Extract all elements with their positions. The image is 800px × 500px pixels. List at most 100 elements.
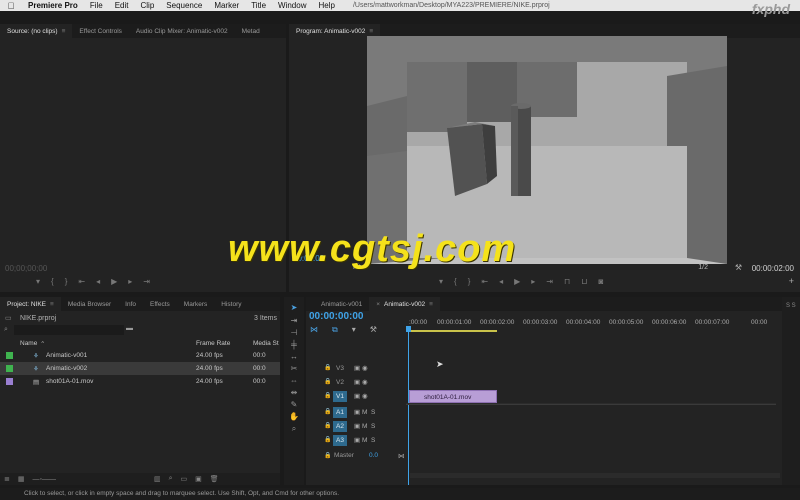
tab-effects[interactable]: Effects — [143, 297, 177, 311]
new-bin-icon[interactable]: ▬ — [126, 325, 133, 332]
mute-solo-buttons[interactable]: ▣ M S — [354, 408, 375, 416]
project-item-row[interactable]: ⚘ Animatic-v001 24.00 fps 00:0 — [0, 349, 280, 362]
slip-tool-icon[interactable]: ⇔ — [288, 376, 300, 386]
menu-clip[interactable]: Clip — [135, 1, 161, 10]
icon-view-icon[interactable]: ▦ — [18, 475, 25, 483]
master-volume[interactable]: 0.0 — [369, 452, 378, 459]
tab-project[interactable]: Project: NIKE ≡ — [0, 297, 61, 311]
add-button-icon[interactable]: + — [789, 276, 794, 286]
mark-in-icon[interactable]: { — [454, 277, 457, 286]
snap-icon[interactable]: ⋈ — [310, 325, 318, 335]
lift-icon[interactable]: ⊓ — [564, 277, 570, 286]
tab-history[interactable]: History — [214, 297, 248, 311]
mark-out-icon[interactable]: } — [468, 277, 471, 286]
tab-metadata[interactable]: Metad — [235, 24, 267, 38]
tab-effect-controls[interactable]: Effect Controls — [72, 24, 129, 38]
solo-icon[interactable]: S S — [786, 303, 796, 309]
track-output-icons[interactable]: ▣ ◉ — [354, 364, 368, 372]
source-timecode[interactable]: 00;00;00;00 — [5, 264, 47, 273]
step-forward-icon[interactable]: ▸ — [128, 277, 132, 286]
menu-window[interactable]: Window — [272, 1, 312, 10]
track-output-icons[interactable]: ▣ ◉ — [354, 378, 368, 386]
razor-tool-icon[interactable]: ✂ — [288, 364, 300, 374]
column-frame-rate[interactable]: Frame Rate — [196, 340, 230, 347]
track-name[interactable]: V2 — [333, 377, 347, 388]
search-icon[interactable]: ⌕ — [4, 326, 8, 334]
timeline-clip[interactable]: shot01A-01.mov — [409, 390, 497, 403]
mute-solo-buttons[interactable]: ▣ M S — [354, 422, 375, 430]
mark-out-icon[interactable]: } — [65, 277, 68, 286]
linked-selection-icon[interactable]: ⧉ — [332, 325, 338, 335]
trash-icon[interactable]: 🗑 — [210, 475, 219, 483]
lock-icon[interactable]: 🔒 — [324, 364, 331, 371]
track-name[interactable]: A1 — [333, 407, 347, 418]
app-menu[interactable]: Premiere Pro — [22, 1, 84, 10]
menu-marker[interactable]: Marker — [208, 1, 245, 10]
sort-ascending-icon[interactable]: ⌃ — [40, 340, 45, 348]
column-name[interactable]: Name — [20, 340, 37, 347]
slide-tool-icon[interactable]: ⇹ — [288, 388, 300, 398]
mute-solo-buttons[interactable]: ▣ M S — [354, 436, 375, 444]
tab-media-browser[interactable]: Media Browser — [61, 297, 118, 311]
zoom-tool-icon[interactable]: ⌕ — [288, 424, 300, 434]
selection-tool-icon[interactable]: ➤ — [288, 303, 300, 313]
hand-tool-icon[interactable]: ✋ — [288, 412, 300, 422]
lock-icon[interactable]: 🔒 — [324, 436, 331, 443]
track-name[interactable]: V3 — [333, 363, 347, 374]
go-to-end-icon[interactable]: ⋈ — [398, 452, 405, 460]
close-icon[interactable]: × — [376, 301, 380, 308]
go-to-in-icon[interactable]: ⇤ — [481, 277, 488, 286]
work-area-bar[interactable] — [409, 330, 497, 332]
wrench-icon[interactable]: ⚒ — [735, 263, 742, 272]
panel-menu-icon[interactable]: ≡ — [369, 28, 373, 35]
track-name[interactable]: V1 — [333, 391, 347, 402]
tab-info[interactable]: Info — [118, 297, 143, 311]
menu-sequence[interactable]: Sequence — [160, 1, 208, 10]
panel-menu-icon[interactable]: ≡ — [62, 28, 66, 35]
track-select-tool-icon[interactable]: ⇥ — [288, 316, 300, 326]
horizontal-scrollbar[interactable] — [410, 473, 780, 478]
play-icon[interactable]: ▶ — [111, 277, 117, 286]
ripple-edit-tool-icon[interactable]: ⊣ — [288, 328, 300, 338]
lock-icon[interactable]: 🔒 — [324, 392, 331, 399]
menu-file[interactable]: File — [84, 1, 109, 10]
add-marker-icon[interactable]: ▾ — [439, 277, 443, 286]
playhead[interactable] — [408, 327, 409, 485]
menu-help[interactable]: Help — [312, 1, 340, 10]
go-to-out-icon[interactable]: ⇥ — [546, 277, 553, 286]
rate-stretch-tool-icon[interactable]: ↔ — [288, 352, 300, 362]
extract-icon[interactable]: ⊔ — [581, 277, 587, 286]
automate-to-sequence-icon[interactable]: ▥ — [154, 475, 161, 483]
play-icon[interactable]: ▶ — [514, 277, 520, 286]
project-item-row[interactable]: ⚘ Animatic-v002 24.00 fps 00:0 — [0, 362, 280, 375]
zoom-slider[interactable]: —◦—— — [33, 476, 56, 483]
add-marker-icon[interactable]: ▾ — [352, 325, 356, 335]
new-bin-icon[interactable]: ▭ — [181, 475, 188, 483]
list-view-icon[interactable]: ≣ — [4, 475, 10, 483]
menu-title[interactable]: Title — [245, 1, 272, 10]
wrench-icon[interactable]: ⚒ — [370, 325, 377, 335]
timeline-timecode[interactable]: 00:00:00:00 — [309, 311, 363, 322]
step-back-icon[interactable]: ◂ — [499, 277, 503, 286]
apple-icon[interactable]:  — [0, 1, 22, 11]
go-to-out-icon[interactable]: ⇥ — [143, 277, 150, 286]
project-item-row[interactable]: ▤ shot01A-01.mov 24.00 fps 00:0 — [0, 375, 280, 388]
rolling-edit-tool-icon[interactable]: ╪ — [288, 340, 300, 350]
camera-icon[interactable]: ◙ — [598, 277, 603, 286]
lock-icon[interactable]: 🔒 — [324, 408, 331, 415]
lock-icon[interactable]: 🔒 — [324, 378, 331, 385]
column-media-start[interactable]: Media St — [253, 340, 279, 347]
tab-sequence-v001[interactable]: Animatic-v001 — [314, 297, 369, 311]
step-back-icon[interactable]: ◂ — [96, 277, 100, 286]
pen-tool-icon[interactable]: ✎ — [288, 400, 300, 410]
track-output-icons[interactable]: ▣ ◉ — [354, 392, 368, 400]
tab-audio-clip-mixer[interactable]: Audio Clip Mixer: Animatic-v002 — [129, 24, 235, 38]
tab-source[interactable]: Source: (no clips) ≡ — [0, 24, 73, 38]
step-forward-icon[interactable]: ▸ — [531, 277, 535, 286]
tab-sequence-v002[interactable]: × Animatic-v002 ≡ — [369, 297, 440, 311]
lock-icon[interactable]: 🔒 — [324, 452, 331, 459]
search-input[interactable] — [14, 325, 124, 335]
go-to-in-icon[interactable]: ⇤ — [78, 277, 85, 286]
menu-edit[interactable]: Edit — [109, 1, 135, 10]
new-item-icon[interactable]: ▣ — [195, 475, 202, 483]
